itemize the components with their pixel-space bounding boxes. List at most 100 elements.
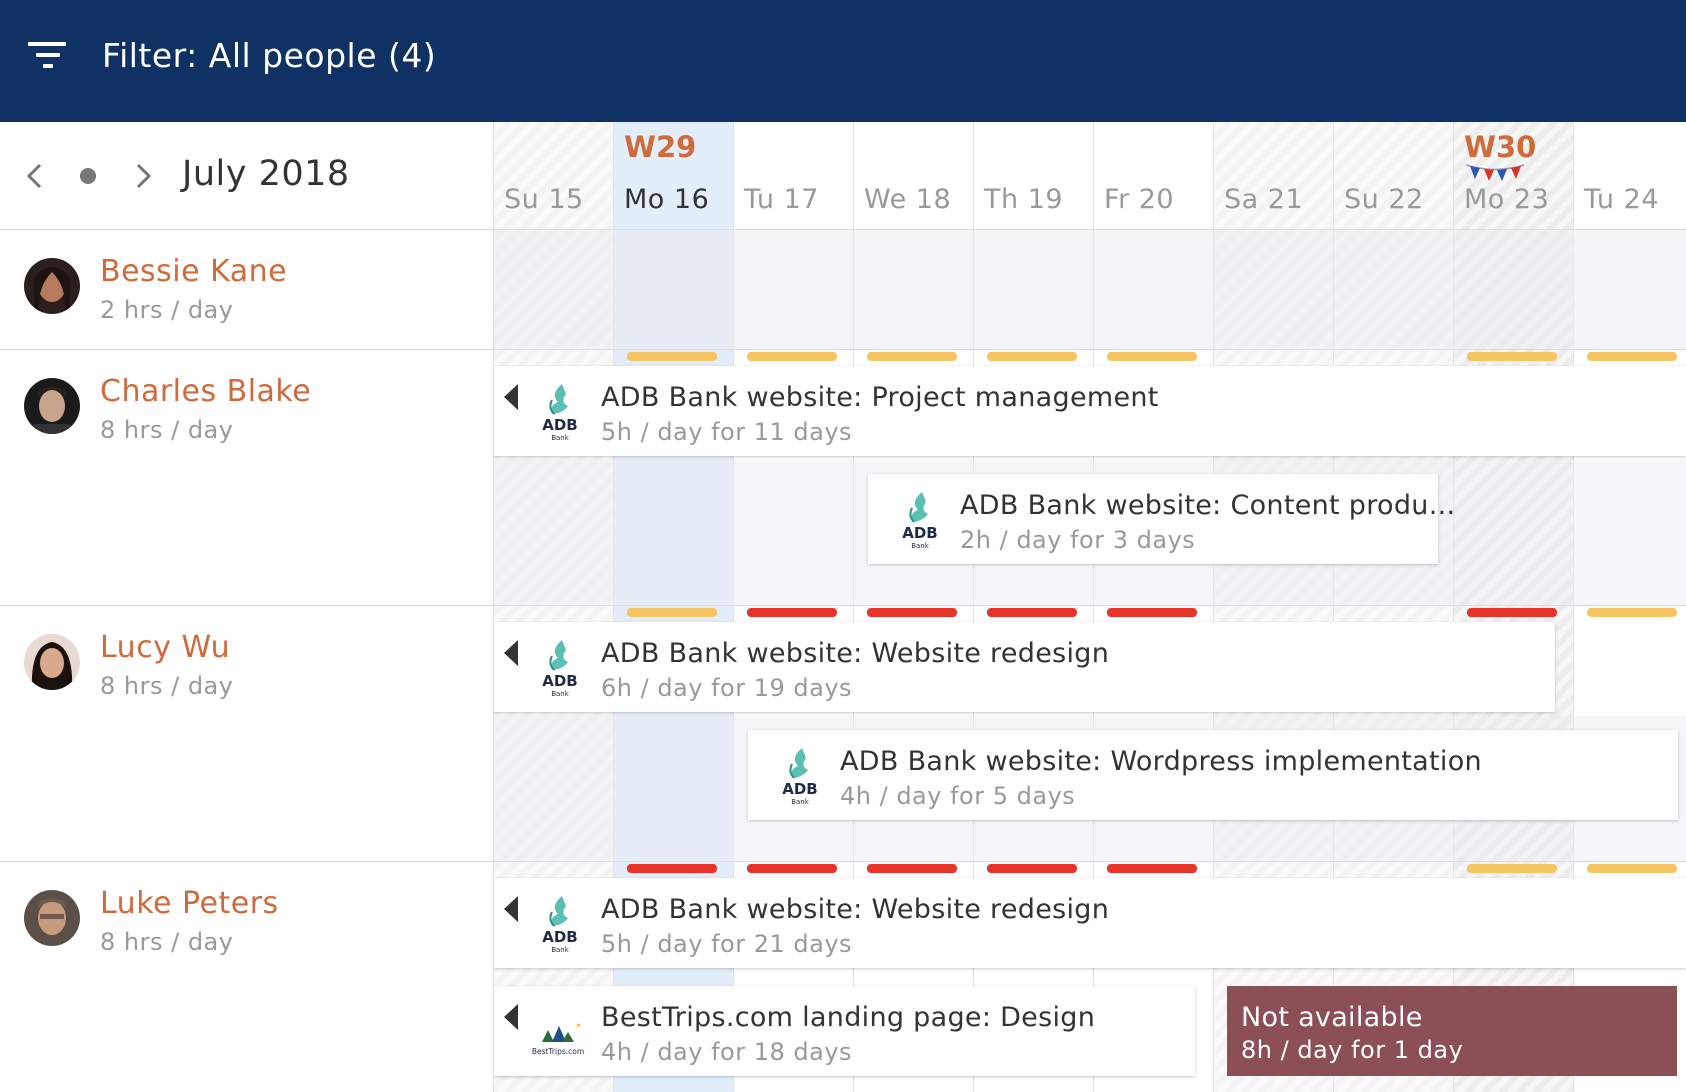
capacity-bar (627, 352, 717, 361)
row-background (494, 230, 1686, 350)
task-title: BestTrips.com landing page: Design (601, 1002, 1096, 1033)
besttrips-logo-icon: * BestTrips.com (532, 1022, 584, 1056)
capacity-bar (867, 352, 957, 361)
schedule-grid[interactable]: Su 15 W29 Mo 16 Tu 17 We 18 Th 19 Fr 20 … (493, 122, 1686, 1092)
person-row[interactable]: Bessie Kane 2 hrs / day (0, 230, 493, 350)
task-card[interactable]: * BestTrips.com BestTrips.com landing pa… (494, 986, 1195, 1076)
task-card[interactable]: ADB Bank ADB Bank website: Wordpress imp… (748, 730, 1678, 820)
capacity-bar (1467, 864, 1557, 873)
capacity-bar (1467, 352, 1557, 361)
row-divider (494, 861, 1686, 862)
person-name[interactable]: Bessie Kane (100, 254, 287, 289)
person-name[interactable]: Charles Blake (100, 374, 311, 409)
capacity-bar (747, 352, 837, 361)
capacity-bar (987, 608, 1077, 617)
date-navigation: July 2018 (0, 122, 493, 230)
caret-left-icon[interactable] (504, 384, 518, 410)
capacity-bar (747, 864, 837, 873)
adb-bank-logo-icon: ADB Bank (542, 640, 578, 698)
task-detail: 5h / day for 21 days (601, 930, 853, 958)
capacity-bar (627, 608, 717, 617)
day-header: Sa 21 (1214, 122, 1334, 230)
day-header: Tu 24 (1574, 122, 1686, 230)
task-detail: 4h / day for 5 days (840, 782, 1076, 810)
task-card[interactable]: ADB Bank ADB Bank website: Website redes… (494, 878, 1686, 968)
day-header: Tu 17 (734, 122, 854, 230)
task-card[interactable]: ADB Bank ADB Bank website: Content produ… (868, 474, 1455, 564)
svg-text:Bank: Bank (551, 434, 570, 442)
time-off-block[interactable]: Not available 8h / day for 1 day (1227, 986, 1677, 1076)
month-label: July 2018 (182, 154, 350, 194)
svg-text:BestTrips.com: BestTrips.com (532, 1047, 584, 1056)
svg-text:Bank: Bank (911, 542, 930, 550)
holiday-bunting-icon (1465, 164, 1525, 181)
capacity-bar (867, 608, 957, 617)
day-header: W29 Mo 16 (614, 122, 734, 230)
task-title: ADB Bank website: Website redesign (601, 638, 1110, 669)
filter-icon[interactable] (28, 40, 68, 70)
task-title: ADB Bank website: Project management (601, 382, 1159, 413)
caret-left-icon[interactable] (504, 1004, 518, 1030)
person-name[interactable]: Luke Peters (100, 886, 279, 921)
caret-left-icon[interactable] (504, 896, 518, 922)
adb-bank-logo-icon: ADB Bank (542, 896, 578, 954)
capacity-bar (987, 864, 1077, 873)
capacity-bar (867, 864, 957, 873)
capacity-bar (1107, 864, 1197, 873)
top-bar: Filter: All people (4) (0, 0, 1686, 122)
capacity-bar (1587, 864, 1677, 873)
capacity-bar (1587, 352, 1677, 361)
time-off-detail: 8h / day for 1 day (1241, 1036, 1464, 1064)
task-title: ADB Bank website: Content produ... (960, 490, 1456, 521)
chevron-left-icon[interactable] (20, 158, 50, 194)
today-dot-icon[interactable] (78, 166, 98, 186)
svg-text:*: * (576, 1022, 581, 1033)
svg-text:ADB: ADB (782, 780, 818, 798)
avatar (24, 634, 80, 690)
person-name[interactable]: Lucy Wu (100, 630, 230, 665)
avatar (24, 890, 80, 946)
person-hours: 8 hrs / day (100, 416, 234, 444)
person-row[interactable]: Luke Peters 8 hrs / day (0, 862, 493, 1092)
task-card[interactable]: ADB Bank ADB Bank website: Website redes… (494, 622, 1555, 712)
capacity-bar (1587, 608, 1677, 617)
task-title: ADB Bank website: Website redesign (601, 894, 1110, 925)
task-detail: 6h / day for 19 days (601, 674, 853, 702)
svg-text:ADB: ADB (542, 416, 578, 434)
filter-label[interactable]: Filter: All people (4) (102, 36, 436, 75)
svg-text:Bank: Bank (551, 690, 570, 698)
week-label: W30 (1464, 130, 1537, 164)
avatar (24, 378, 80, 434)
capacity-bar (1107, 608, 1197, 617)
person-row[interactable]: Charles Blake 8 hrs / day (0, 350, 493, 606)
svg-text:Bank: Bank (791, 798, 810, 806)
day-header: We 18 (854, 122, 974, 230)
task-card[interactable]: ADB Bank ADB Bank website: Project manag… (494, 366, 1686, 456)
time-off-title: Not available (1241, 1002, 1423, 1033)
day-header: Fr 20 (1094, 122, 1214, 230)
row-divider (494, 605, 1686, 606)
capacity-bar (747, 608, 837, 617)
task-detail: 5h / day for 11 days (601, 418, 853, 446)
capacity-bar (1107, 352, 1197, 361)
task-detail: 4h / day for 18 days (601, 1038, 853, 1066)
adb-bank-logo-icon: ADB Bank (902, 492, 938, 550)
person-row[interactable]: Lucy Wu 8 hrs / day (0, 606, 493, 862)
day-header: W30 Mo 23 (1454, 122, 1574, 230)
task-title: ADB Bank website: Wordpress implementati… (840, 746, 1482, 777)
person-hours: 8 hrs / day (100, 672, 234, 700)
adb-bank-logo-icon: ADB Bank (542, 384, 578, 442)
row-divider (494, 349, 1686, 350)
day-header: Th 19 (974, 122, 1094, 230)
svg-text:ADB: ADB (902, 524, 938, 542)
day-header: Su 22 (1334, 122, 1454, 230)
person-hours: 2 hrs / day (100, 296, 234, 324)
capacity-bar (627, 864, 717, 873)
task-detail: 2h / day for 3 days (960, 526, 1196, 554)
svg-text:ADB: ADB (542, 672, 578, 690)
chevron-right-icon[interactable] (128, 158, 158, 194)
avatar (24, 258, 80, 314)
caret-left-icon[interactable] (504, 640, 518, 666)
adb-bank-logo-icon: ADB Bank (782, 748, 818, 806)
capacity-bar (987, 352, 1077, 361)
